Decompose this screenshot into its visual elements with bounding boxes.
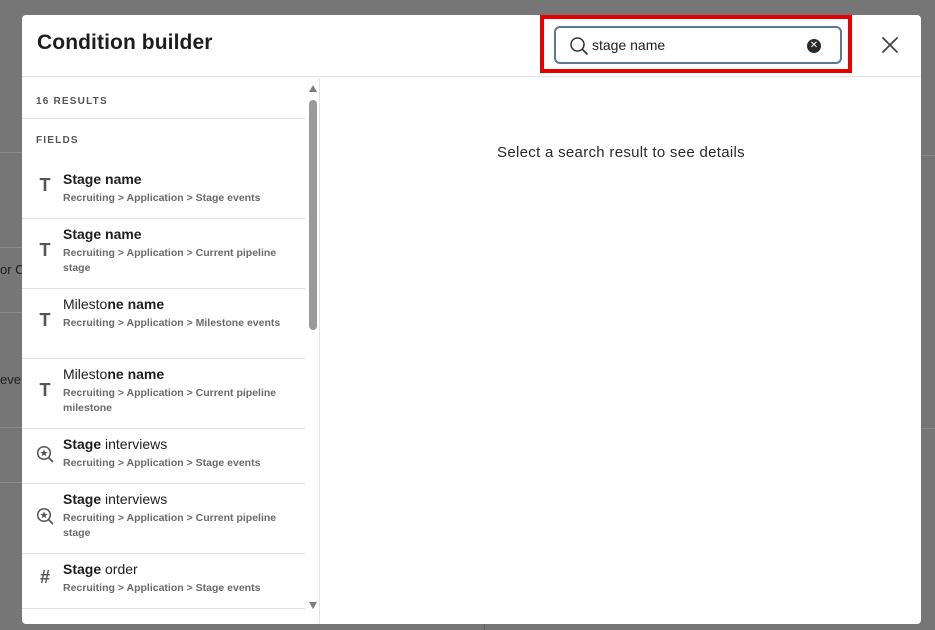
condition-builder-modal: Condition builder ✕ 16 RESULTS FIELDS T …	[22, 15, 921, 624]
result-item[interactable]: T Stage name Recruiting > Application > …	[22, 164, 305, 219]
result-path: Recruiting > Application > Stage events	[63, 582, 261, 594]
result-item[interactable]: # Stage order Recruiting > Application >…	[22, 554, 305, 609]
result-item[interactable]: Stage interviews Recruiting > Applicatio…	[22, 484, 305, 554]
background-divider	[484, 624, 485, 630]
result-title: Stage order	[63, 561, 138, 577]
details-empty-message: Select a search result to see details	[497, 144, 745, 161]
result-title: Milestone name	[63, 296, 165, 312]
interview-star-icon	[36, 507, 54, 525]
background-text: eve	[0, 372, 21, 387]
modal-header: Condition builder ✕	[22, 15, 921, 77]
background-divider	[0, 152, 22, 153]
modal-title: Condition builder	[37, 31, 213, 54]
search-results-panel: 16 RESULTS FIELDS T Stage name Recruitin…	[22, 78, 320, 624]
clear-search-icon[interactable]: ✕	[807, 39, 821, 53]
result-title: Stage name	[63, 226, 142, 242]
results-count: 16 RESULTS	[36, 96, 108, 107]
result-item[interactable]: Stage interviews Recruiting > Applicatio…	[22, 429, 305, 484]
background-divider	[0, 427, 22, 428]
result-item[interactable]: T Milestone name Recruiting > Applicatio…	[22, 359, 305, 429]
text-type-icon: T	[39, 174, 51, 195]
result-path: Recruiting > Application > Stage events	[63, 192, 261, 204]
background-divider	[921, 428, 935, 429]
section-label-fields: FIELDS	[36, 135, 79, 146]
scrollbar-thumb[interactable]	[309, 100, 317, 330]
result-title: Stage interviews	[63, 436, 168, 452]
result-path: Recruiting > Application > Current pipel…	[63, 512, 277, 539]
result-path: Recruiting > Application > Current pipel…	[63, 247, 277, 274]
search-icon	[570, 37, 588, 55]
details-panel: Select a search result to see details	[321, 78, 921, 624]
result-title: Stage interviews	[63, 491, 168, 507]
result-path: Recruiting > Application > Stage events	[63, 457, 261, 469]
background-divider	[0, 312, 22, 313]
background-divider	[921, 155, 935, 156]
result-path: Recruiting > Application > Milestone eve…	[63, 317, 281, 329]
text-type-icon: T	[39, 239, 51, 260]
search-input[interactable]	[592, 34, 802, 56]
text-type-icon: T	[39, 309, 51, 330]
close-icon[interactable]	[880, 35, 900, 55]
search-field[interactable]: ✕	[554, 26, 842, 64]
scroll-up-arrow-icon[interactable]	[309, 85, 317, 92]
result-title: Milestone name	[63, 366, 165, 382]
result-item[interactable]: T Stage name Recruiting > Application > …	[22, 219, 305, 289]
divider	[22, 118, 305, 119]
result-title: Stage name	[63, 171, 142, 187]
background-divider	[0, 482, 22, 483]
number-hash-icon: #	[39, 566, 50, 587]
background-divider	[0, 247, 22, 248]
background-text: or O	[0, 262, 22, 277]
interview-star-icon	[36, 445, 54, 463]
result-item[interactable]: T Milestone name Recruiting > Applicatio…	[22, 289, 305, 359]
text-type-icon: T	[39, 379, 51, 400]
scroll-down-arrow-icon[interactable]	[309, 602, 317, 609]
result-path: Recruiting > Application > Current pipel…	[63, 387, 277, 414]
